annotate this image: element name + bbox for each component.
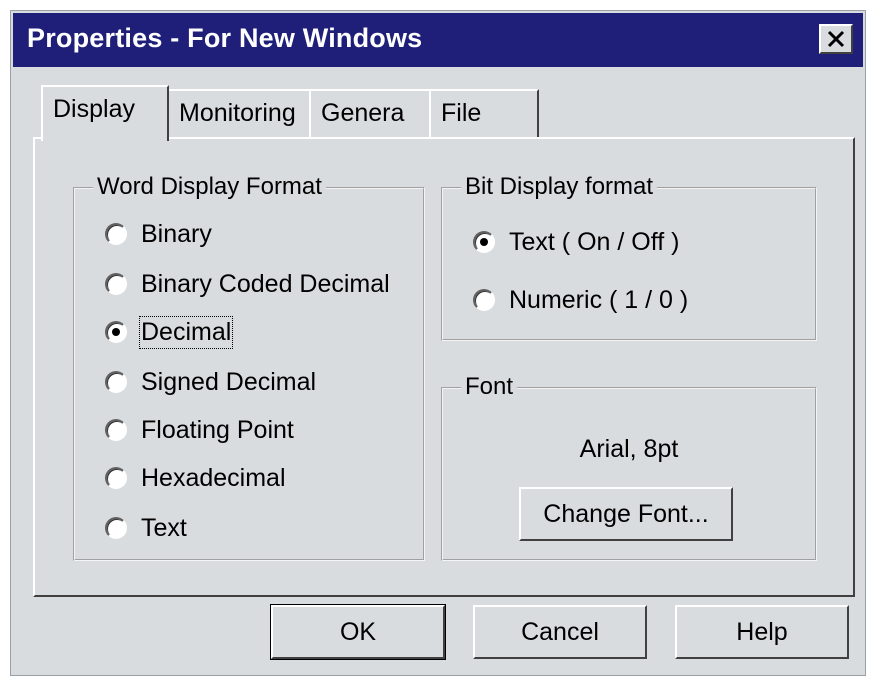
radio-decimal-label: Decimal xyxy=(138,315,234,349)
cancel-button[interactable]: Cancel xyxy=(473,605,647,659)
font-value: Arial, 8pt xyxy=(579,435,679,463)
radio-decimal[interactable]: Decimal xyxy=(105,315,234,349)
tab-general[interactable]: Genera xyxy=(309,89,431,137)
change-font-button[interactable]: Change Font... xyxy=(519,487,733,541)
tab-monitoring[interactable]: Monitoring xyxy=(167,89,311,137)
font-legend: Font xyxy=(461,373,518,401)
radio-text[interactable]: Text xyxy=(105,511,187,545)
tab-display-label: Display xyxy=(53,95,135,123)
tab-monitoring-label: Monitoring xyxy=(179,99,296,127)
radio-button-icon[interactable] xyxy=(105,321,127,343)
word-display-format-legend: Word Display Format xyxy=(93,173,326,201)
word-display-format-group: Word Display Format Binary Binary Coded … xyxy=(73,173,425,561)
radio-binary[interactable]: Binary xyxy=(105,217,212,251)
radio-button-icon[interactable] xyxy=(105,371,127,393)
close-icon xyxy=(827,30,845,48)
title-bar[interactable]: Properties - For New Windows xyxy=(13,13,863,67)
radio-button-icon[interactable] xyxy=(105,467,127,489)
radio-numeric-label: Numeric ( 1 / 0 ) xyxy=(509,285,689,314)
ok-button[interactable]: OK xyxy=(270,604,446,660)
radio-button-icon[interactable] xyxy=(105,273,127,295)
bit-display-format-group: Bit Display format Text ( On / Off ) Num… xyxy=(441,173,817,341)
radio-signed-decimal[interactable]: Signed Decimal xyxy=(105,365,316,399)
close-button[interactable] xyxy=(819,24,853,54)
radio-button-icon[interactable] xyxy=(105,517,127,539)
radio-hexadecimal[interactable]: Hexadecimal xyxy=(105,461,286,495)
font-group: Font Arial, 8pt Change Font... xyxy=(441,373,817,561)
radio-numeric-1-0[interactable]: Numeric ( 1 / 0 ) xyxy=(473,283,688,317)
radio-bcd-label: Binary Coded Decimal xyxy=(141,269,390,298)
tab-display[interactable]: Display xyxy=(41,85,169,141)
radio-button-icon[interactable] xyxy=(473,289,495,311)
help-button[interactable]: Help xyxy=(675,605,849,659)
properties-dialog: Properties - For New Windows Display Mon… xyxy=(10,10,866,676)
radio-floating-point-label: Floating Point xyxy=(141,415,294,444)
radio-text-label: Text xyxy=(141,513,187,542)
bit-display-format-legend: Bit Display format xyxy=(461,173,658,201)
tab-file-label: File xyxy=(441,99,482,127)
radio-button-icon[interactable] xyxy=(105,419,127,441)
display-tab-panel: Word Display Format Binary Binary Coded … xyxy=(33,137,855,597)
radio-button-icon[interactable] xyxy=(105,223,127,245)
tab-file[interactable]: File xyxy=(429,89,539,137)
radio-hexadecimal-label: Hexadecimal xyxy=(141,463,286,492)
radio-signed-decimal-label: Signed Decimal xyxy=(141,367,317,396)
tab-general-label: Genera xyxy=(321,99,405,127)
radio-binary-label: Binary xyxy=(141,219,212,248)
window-title: Properties - For New Windows xyxy=(27,23,423,53)
radio-button-icon[interactable] xyxy=(473,231,495,253)
radio-floating-point[interactable]: Floating Point xyxy=(105,413,294,447)
radio-binary-coded-decimal[interactable]: Binary Coded Decimal xyxy=(105,267,390,301)
radio-text-on-off[interactable]: Text ( On / Off ) xyxy=(473,225,679,259)
radio-text-on-off-label: Text ( On / Off ) xyxy=(509,227,680,256)
